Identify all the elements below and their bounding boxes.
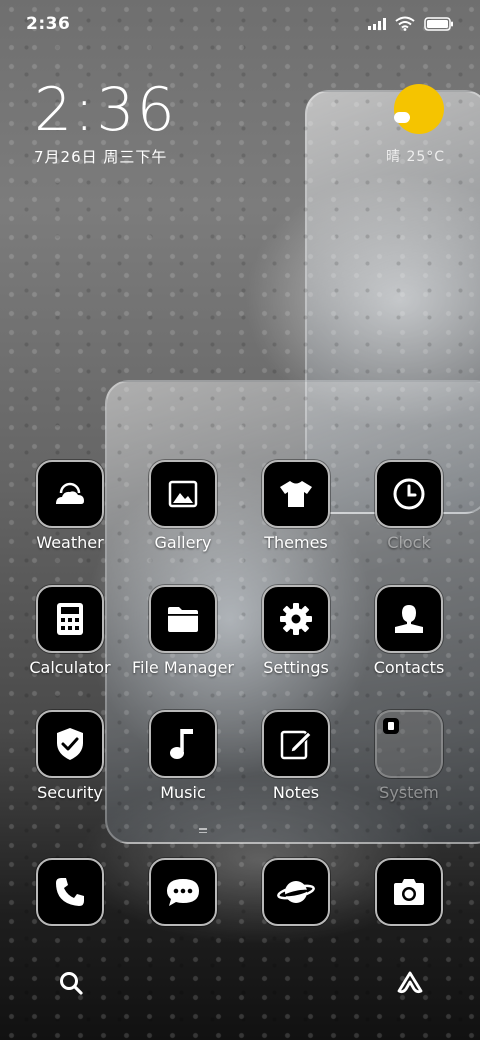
planet-icon [262, 858, 330, 926]
app-label: Themes [264, 533, 328, 552]
app-label: Weather [36, 533, 104, 552]
signal-icon [368, 17, 386, 30]
app-security[interactable]: Security [15, 710, 125, 802]
dock-camera[interactable] [354, 858, 464, 926]
folder-mini-app-icon [383, 718, 399, 734]
app-label: Gallery [154, 533, 212, 552]
shield-icon [36, 710, 104, 778]
weather-temperature: 晴 25°C [386, 149, 446, 165]
sunny-icon [394, 84, 444, 134]
app-clock[interactable]: Clock [354, 460, 464, 552]
app-label: File Manager [132, 658, 234, 677]
app-label: Security [37, 783, 103, 802]
contact-icon [375, 585, 443, 653]
app-calculator[interactable]: Calculator [15, 585, 125, 677]
app-music[interactable]: Music [128, 710, 238, 802]
cloud-icon [394, 112, 410, 123]
app-gallery[interactable]: Gallery [128, 460, 238, 552]
widget-date: 7月26日 周三下午 [34, 148, 168, 166]
calculator-icon [36, 585, 104, 653]
dock-browser[interactable] [241, 858, 351, 926]
music-note-icon [149, 710, 217, 778]
weather-widget[interactable]: 晴 25°C [380, 82, 460, 172]
gallery-icon [149, 460, 217, 528]
battery-icon [424, 16, 453, 31]
clock-icon [375, 460, 443, 528]
tshirt-icon [262, 460, 330, 528]
chat-icon [149, 858, 217, 926]
app-label: Calculator [29, 658, 111, 677]
dock-phone[interactable] [15, 858, 125, 926]
app-label: Clock [387, 533, 431, 552]
phone-icon [36, 858, 104, 926]
gear-icon [262, 585, 330, 653]
system-folder-icon [375, 710, 443, 778]
notes-icon [262, 710, 330, 778]
launcher-icon[interactable] [396, 970, 424, 996]
camera-icon [375, 858, 443, 926]
widget-time: 2:36 [34, 75, 177, 145]
page-indicator[interactable] [199, 828, 209, 838]
weather-icon [36, 460, 104, 528]
app-file-manager[interactable]: File Manager [128, 585, 238, 677]
folder-icon [149, 585, 217, 653]
status-time: 2:36 [26, 14, 71, 34]
wifi-icon [395, 16, 415, 31]
dock-messages[interactable] [128, 858, 238, 926]
app-system-folder[interactable]: System [354, 710, 464, 802]
app-weather[interactable]: Weather [15, 460, 125, 552]
app-settings[interactable]: Settings [241, 585, 351, 677]
app-label: Settings [263, 658, 329, 677]
app-themes[interactable]: Themes [241, 460, 351, 552]
app-label: Notes [272, 783, 320, 802]
app-label: Music [160, 783, 206, 802]
app-notes[interactable]: Notes [241, 710, 351, 802]
search-icon[interactable] [58, 970, 84, 996]
app-label: System [379, 783, 439, 802]
app-contacts[interactable]: Contacts [354, 585, 464, 677]
status-icons [368, 16, 454, 31]
status-bar: 2:36 [0, 0, 480, 50]
clock-widget[interactable]: 2:36 7月26日 周三下午 [34, 78, 177, 167]
app-label: Contacts [373, 658, 445, 677]
